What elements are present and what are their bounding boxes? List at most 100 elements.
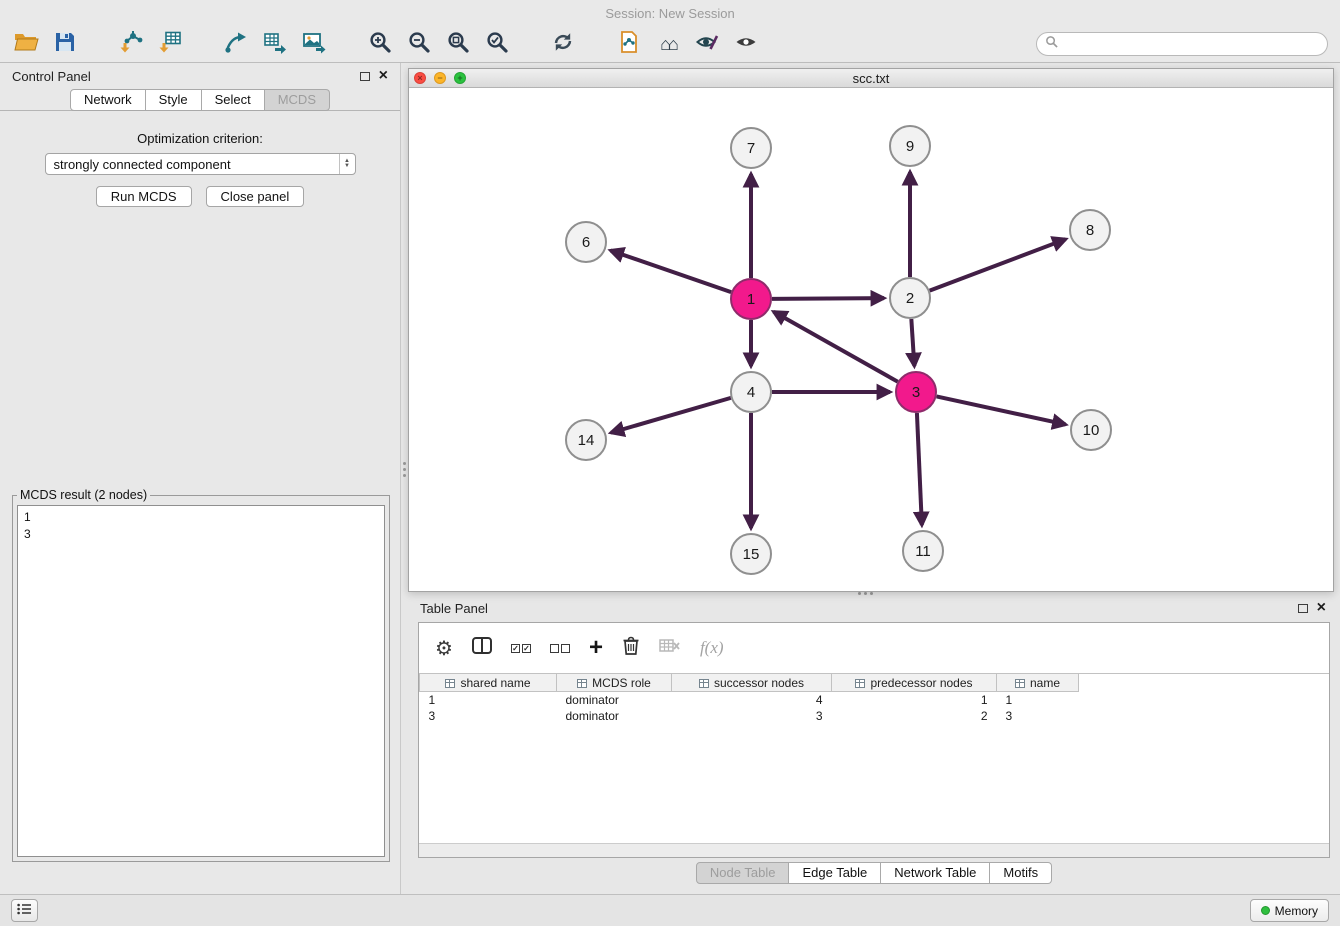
graph-edge-4-14[interactable]	[611, 398, 731, 433]
import-network-button[interactable]	[115, 30, 147, 60]
graph-node-15[interactable]: 15	[731, 534, 771, 574]
network-table-button[interactable]	[259, 30, 291, 60]
table-hscrollbar[interactable]	[419, 843, 1329, 857]
graph-node-4[interactable]: 4	[731, 372, 771, 412]
search-box[interactable]	[1036, 32, 1328, 56]
network-table-icon	[263, 30, 287, 59]
double-home-icon: ⌂⌂	[660, 34, 676, 55]
svg-text:10: 10	[1083, 422, 1100, 439]
zoom-fit-button[interactable]	[442, 30, 474, 60]
layout-home-button[interactable]: ⌂⌂	[652, 30, 684, 60]
control-panel-title: Control Panel	[12, 69, 91, 84]
graph-edge-2-8[interactable]	[930, 239, 1066, 290]
memory-button[interactable]: Memory	[1250, 899, 1329, 922]
save-session-button[interactable]	[49, 30, 81, 60]
task-history-button[interactable]	[11, 899, 38, 922]
run-mcds-button[interactable]: Run MCDS	[96, 186, 192, 207]
window-title: Session: New Session	[605, 6, 734, 21]
tab-motifs[interactable]: Motifs	[990, 862, 1052, 884]
zoom-selected-button[interactable]	[481, 30, 513, 60]
copy-view-button[interactable]	[613, 30, 645, 60]
optimization-select-value: strongly connected component	[54, 157, 231, 172]
svg-text:15: 15	[743, 546, 760, 563]
close-panel-icon[interactable]: ×	[379, 70, 388, 82]
export-image-icon	[302, 30, 326, 59]
close-window-icon[interactable]: ×	[414, 72, 426, 84]
network-canvas[interactable]: 7 9 6 8 1 2 4 3 14 10 15 11	[409, 88, 1333, 591]
apply-style-button[interactable]	[691, 30, 723, 60]
graph-edge-1-2[interactable]	[772, 298, 884, 299]
node-table: shared nameMCDS rolesuccessor nodesprede…	[419, 673, 1329, 724]
node-table-container: ⚙ ✓✓ + f(x) shared nameMCDS rolesuccesso…	[418, 622, 1330, 858]
column-header-predecessor-nodes[interactable]: predecessor nodes	[832, 674, 997, 692]
float-table-panel-icon[interactable]	[1298, 604, 1308, 613]
new-network-button[interactable]	[220, 30, 252, 60]
graph-node-7[interactable]: 7	[731, 128, 771, 168]
svg-text:7: 7	[747, 140, 755, 157]
table-row[interactable]: 3dominator323	[420, 708, 1330, 724]
graph-node-9[interactable]: 9	[890, 126, 930, 166]
zoom-out-icon	[407, 30, 431, 59]
svg-text:11: 11	[915, 543, 931, 560]
tab-mcds[interactable]: MCDS	[265, 89, 330, 111]
tab-edge-table[interactable]: Edge Table	[789, 862, 881, 884]
graph-edge-3-11[interactable]	[917, 413, 922, 525]
graph-edge-3-10[interactable]	[937, 396, 1066, 424]
select-all-icon[interactable]: ✓✓	[511, 644, 531, 653]
refresh-view-button[interactable]	[547, 30, 579, 60]
mcds-result-title: MCDS result (2 nodes)	[17, 488, 150, 502]
vertical-splitter-grip[interactable]	[403, 462, 406, 465]
export-image-button[interactable]	[298, 30, 330, 60]
main-toolbar: ⌂⌂	[0, 27, 1340, 63]
graph-node-14[interactable]: 14	[566, 420, 606, 460]
close-panel-button[interactable]: Close panel	[206, 186, 305, 207]
app-window: Session: New Session	[0, 0, 1340, 926]
minimize-window-icon[interactable]: −	[434, 72, 446, 84]
open-session-button[interactable]	[10, 30, 42, 60]
table-panel-tabs: Node TableEdge TableNetwork TableMotifs	[408, 862, 1340, 884]
graph-node-2[interactable]: 2	[890, 278, 930, 318]
search-input[interactable]	[1063, 37, 1319, 51]
window-titlebar: Session: New Session	[0, 0, 1340, 27]
trash-icon[interactable]	[622, 636, 640, 661]
float-panel-icon[interactable]	[360, 72, 370, 81]
graph-edge-3-1[interactable]	[774, 312, 898, 382]
network-window-titlebar[interactable]: × − + scc.txt	[409, 69, 1333, 88]
tab-node-table[interactable]: Node Table	[696, 862, 790, 884]
tab-network-table[interactable]: Network Table	[881, 862, 990, 884]
import-table-icon	[158, 30, 182, 59]
add-icon[interactable]: +	[589, 638, 603, 658]
graph-edge-1-6[interactable]	[611, 250, 732, 292]
close-table-panel-icon[interactable]: ×	[1317, 602, 1326, 614]
mcds-result-text[interactable]: 1 3	[17, 505, 385, 857]
graph-edge-2-3[interactable]	[911, 319, 914, 366]
column-header-name[interactable]: name	[997, 674, 1079, 692]
import-table-button[interactable]	[154, 30, 186, 60]
zoom-out-button[interactable]	[403, 30, 435, 60]
mcds-panel: Optimization criterion: strongly connect…	[0, 110, 400, 893]
graph-node-10[interactable]: 10	[1071, 410, 1111, 450]
split-column-icon[interactable]	[472, 637, 492, 659]
tab-select[interactable]: Select	[202, 89, 265, 111]
table-panel-header: Table Panel ×	[408, 596, 1340, 620]
horizontal-splitter-grip[interactable]	[858, 592, 861, 595]
optimization-select[interactable]: strongly connected component ▲▼	[45, 153, 356, 175]
table-row[interactable]: 1dominator411	[420, 692, 1330, 708]
tab-style[interactable]: Style	[146, 89, 202, 111]
graph-node-8[interactable]: 8	[1070, 210, 1110, 250]
column-type-icon	[577, 679, 587, 688]
gear-icon[interactable]: ⚙	[435, 636, 453, 661]
graph-node-1[interactable]: 1	[731, 279, 771, 319]
show-details-button[interactable]	[730, 30, 762, 60]
graph-node-11[interactable]: 11	[903, 531, 943, 571]
zoom-fit-icon	[446, 30, 470, 59]
graph-node-3[interactable]: 3	[896, 372, 936, 412]
deselect-all-icon[interactable]	[550, 644, 570, 653]
zoom-in-button[interactable]	[364, 30, 396, 60]
maximize-window-icon[interactable]: +	[454, 72, 466, 84]
tab-network[interactable]: Network	[70, 89, 146, 111]
graph-node-6[interactable]: 6	[566, 222, 606, 262]
column-header-shared-name[interactable]: shared name	[420, 674, 557, 692]
column-header-successor-nodes[interactable]: successor nodes	[672, 674, 832, 692]
column-header-MCDS-role[interactable]: MCDS role	[557, 674, 672, 692]
